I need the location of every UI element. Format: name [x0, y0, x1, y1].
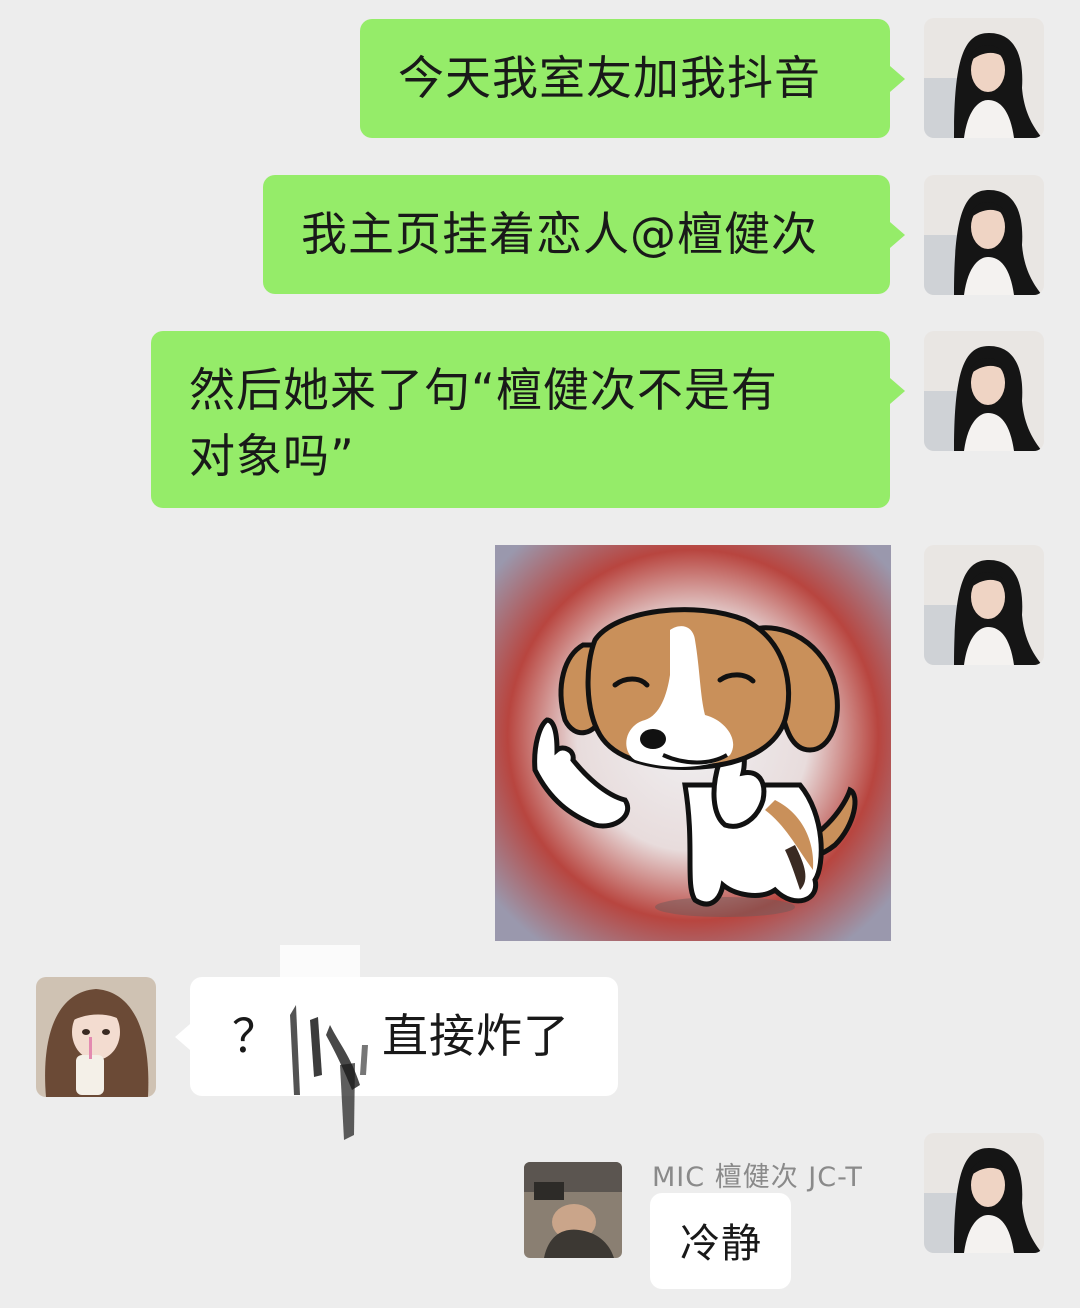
message-bubble[interactable]: 我主页挂着恋人@檀健次: [263, 175, 890, 294]
bubble-tail: [890, 66, 905, 92]
avatar-image: [924, 18, 1044, 138]
message-text-line-1: 然后她来了句“檀健次不是有: [189, 363, 778, 417]
my-avatar[interactable]: [924, 175, 1044, 295]
bubble-tail: [890, 222, 905, 248]
avatar-image: [924, 175, 1044, 295]
message-bubble[interactable]: 冷静: [650, 1193, 791, 1289]
message-text-suffix: 直接炸了: [382, 1009, 570, 1063]
message-text: 我主页挂着恋人@檀健次: [301, 207, 818, 261]
message-bubble[interactable]: 然后她来了句“檀健次不是有 对象吗”: [151, 331, 890, 508]
my-avatar[interactable]: [924, 1133, 1044, 1253]
message-text: 今天我室友加我抖音: [398, 51, 821, 105]
message-text-line-2: 对象吗”: [189, 429, 355, 483]
my-avatar[interactable]: [924, 331, 1044, 451]
avatar-image: [524, 1162, 622, 1258]
beagle-middle-finger-sticker[interactable]: [495, 545, 891, 941]
avatar-image: [924, 331, 1044, 451]
quoted-user-name: MIC 檀健次 JC-T: [652, 1162, 863, 1193]
bubble-tail: [890, 378, 905, 404]
message-bubble[interactable]: 今天我室友加我抖音: [360, 19, 890, 138]
bubble-tail: [175, 1024, 190, 1050]
message-text: 冷静: [680, 1221, 762, 1267]
friend-avatar[interactable]: [36, 977, 156, 1097]
avatar-image: [924, 545, 1044, 665]
redaction-scribble: [280, 945, 368, 1140]
my-avatar[interactable]: [924, 18, 1044, 138]
message-text-suffix-wrap: 直接炸了: [382, 977, 570, 1096]
avatar-image: [36, 977, 156, 1097]
quoted-user-avatar[interactable]: [524, 1162, 622, 1258]
dog-icon: [495, 545, 891, 941]
avatar-image: [924, 1133, 1044, 1253]
my-avatar[interactable]: [924, 545, 1044, 665]
